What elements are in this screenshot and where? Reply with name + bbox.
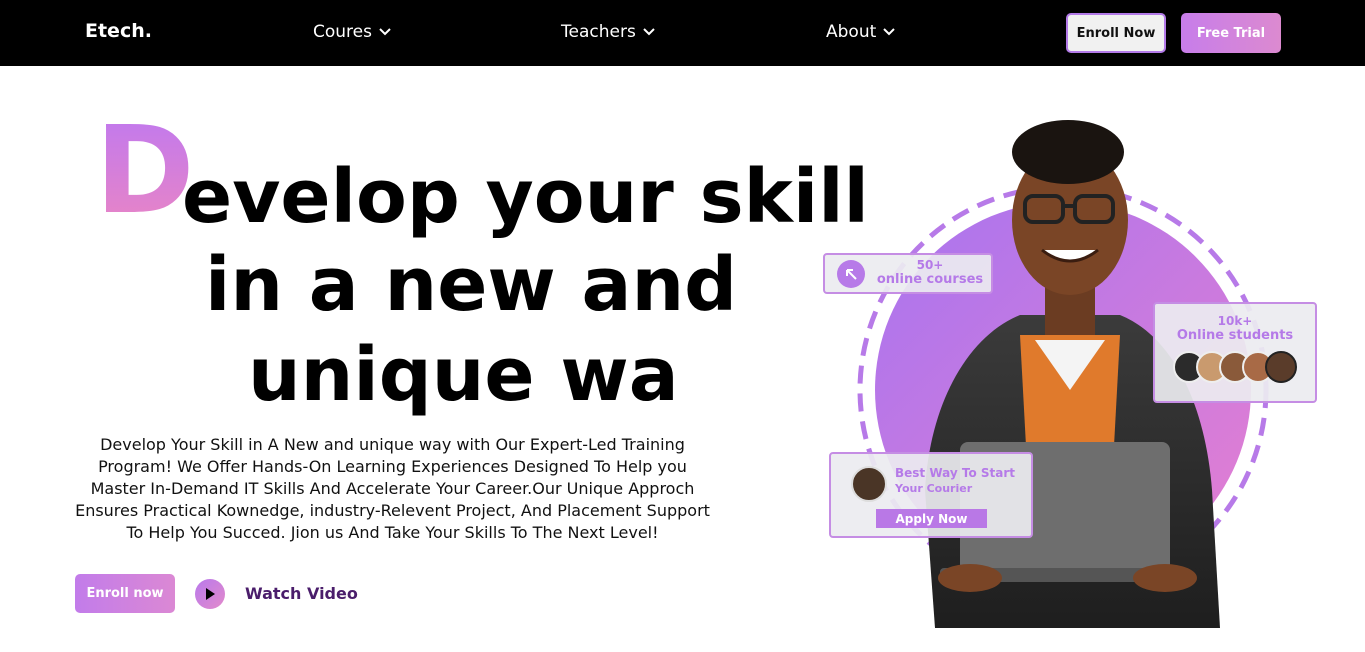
top-navbar: Etech. Coures Teachers About Enroll Now … <box>0 0 1365 66</box>
hero-line-3: unique wa <box>248 332 679 418</box>
nav-item-about-label: About <box>826 22 877 42</box>
enroll-now-button[interactable]: Enroll Now <box>1066 13 1166 53</box>
students-label: Online students <box>1176 328 1294 343</box>
nav-item-courses[interactable]: Coures <box>313 22 392 42</box>
hero-line-2: in a new and <box>205 242 738 328</box>
students-count: 10k+ <box>1217 314 1253 328</box>
person-hair <box>1012 120 1124 184</box>
nav-item-teachers-label: Teachers <box>561 22 636 42</box>
avatar <box>1265 351 1297 383</box>
avatar <box>851 466 887 502</box>
play-icon <box>206 588 215 600</box>
nav-item-courses-label: Coures <box>313 22 372 42</box>
nav-item-about[interactable]: About <box>826 22 896 42</box>
chevron-down-icon <box>379 28 391 36</box>
play-video-button[interactable] <box>195 579 225 609</box>
apply-card-title: Best Way To Start <box>895 466 1016 480</box>
students-stat-card: 10k+ Online students <box>1153 302 1317 403</box>
brand-logo[interactable]: Etech. <box>85 20 152 42</box>
chevron-down-icon <box>883 28 895 36</box>
hero-big-letter: D <box>95 102 195 241</box>
watch-video-link[interactable]: Watch Video <box>245 584 358 603</box>
apply-card-subtitle: Your Courier <box>895 482 973 495</box>
hero-description: Develop Your Skill in A New and unique w… <box>75 435 710 542</box>
arrow-up-left-icon <box>837 260 865 288</box>
courses-label: online courses <box>876 272 984 287</box>
courses-count: 50+ <box>916 258 944 272</box>
courses-stat-card: 50+ online courses <box>823 253 993 294</box>
hero-line-1: evelop your skill <box>182 154 869 240</box>
apply-card: Best Way To Start Your Courier Apply Now <box>829 452 1033 538</box>
hero-enroll-button[interactable]: Enroll now <box>75 574 175 613</box>
chevron-down-icon <box>643 28 655 36</box>
apply-now-button[interactable]: Apply Now <box>876 509 987 528</box>
free-trial-button[interactable]: Free Trial <box>1181 13 1281 53</box>
student-avatars <box>1173 351 1297 383</box>
nav-item-teachers[interactable]: Teachers <box>561 22 656 42</box>
